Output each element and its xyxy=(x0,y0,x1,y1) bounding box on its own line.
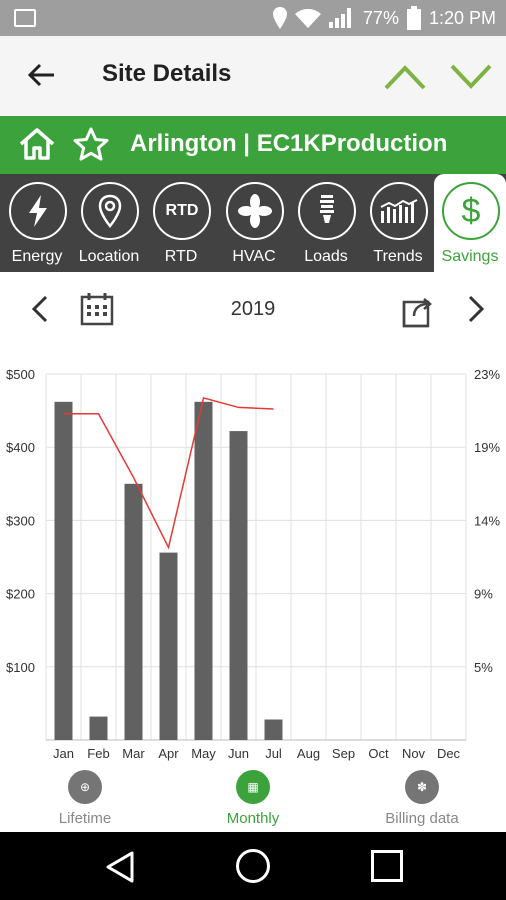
android-nav-bar xyxy=(0,832,506,900)
bar-mar xyxy=(124,483,143,740)
signal-icon xyxy=(328,8,351,28)
share-icon[interactable] xyxy=(400,292,436,328)
x-tick-label: Mar xyxy=(122,746,145,761)
fan-icon xyxy=(226,182,284,240)
savings-chart: $100 $200 $300 $400 $500 5% 9% 14% 19% 23% Jan Feb M… xyxy=(6,367,500,761)
y-tick-left: $500 xyxy=(6,367,35,382)
tab-hvac[interactable]: HVAC xyxy=(218,174,290,272)
y-tick-right: 19% xyxy=(474,440,500,455)
tab-loads[interactable]: Loads xyxy=(290,174,362,272)
tab-location[interactable]: Location xyxy=(73,174,145,272)
y-tick-left: $300 xyxy=(6,513,35,528)
x-tick-label: Sep xyxy=(332,746,355,761)
bar-jun xyxy=(229,431,248,740)
chevron-down-icon[interactable] xyxy=(448,56,494,96)
lightning-icon xyxy=(9,182,67,240)
battery-icon xyxy=(406,6,421,30)
wifi-icon xyxy=(294,8,321,28)
tab-label: Loads xyxy=(304,248,348,265)
tab-label: Lifetime xyxy=(58,810,112,827)
chevron-right-icon[interactable] xyxy=(466,294,488,324)
bar-apr xyxy=(159,552,178,740)
tab-label: Trends xyxy=(373,248,423,265)
status-bar: 77% 1:20 PM xyxy=(0,0,506,36)
location-status-icon xyxy=(272,7,287,29)
tab-label: RTD xyxy=(164,248,198,265)
clock: 1:20 PM xyxy=(428,7,496,28)
tab-monthly[interactable]: ▦ Monthly xyxy=(208,770,298,827)
period-tabs: ⊕ Lifetime ▦ Monthly ✽ Billing data xyxy=(0,766,506,832)
battery-percent: 77% xyxy=(362,7,399,28)
location-pin-icon xyxy=(81,182,139,240)
calendar-small-icon: ▦ xyxy=(236,770,270,804)
date-navigation: 2019 xyxy=(0,272,506,346)
nav-recents-icon[interactable] xyxy=(371,850,403,882)
lifetime-icon: ⊕ xyxy=(68,770,102,804)
x-tick-label: Nov xyxy=(402,746,426,761)
x-tick-label: Apr xyxy=(158,746,179,761)
x-tick-label: May xyxy=(191,746,216,761)
dollar-icon: $ xyxy=(442,182,500,240)
y-tick-right: 5% xyxy=(474,660,493,675)
x-tick-label: Dec xyxy=(437,746,461,761)
rtd-icon: RTD xyxy=(153,182,211,240)
tab-label: Billing data xyxy=(385,810,459,827)
tab-label: HVAC xyxy=(232,248,276,265)
star-icon[interactable] xyxy=(72,126,110,162)
x-tick-label: Oct xyxy=(368,746,389,761)
x-tick-label: Aug xyxy=(297,746,320,761)
home-icon[interactable] xyxy=(18,126,56,162)
tab-billing-data[interactable]: ✽ Billing data xyxy=(372,770,472,827)
tab-rtd[interactable]: RTD RTD xyxy=(145,174,217,272)
nav-home-icon[interactable] xyxy=(236,849,270,883)
bar-jul xyxy=(264,719,283,740)
bar-feb xyxy=(89,716,108,740)
y-tick-right: 23% xyxy=(474,367,500,382)
y-tick-left: $400 xyxy=(6,440,35,455)
app-bar: Site Details xyxy=(0,36,506,116)
trends-icon xyxy=(370,182,428,240)
bulb-icon xyxy=(298,182,356,240)
tab-savings[interactable]: $ Savings xyxy=(434,174,506,272)
tab-label: Location xyxy=(78,248,140,265)
site-header: Arlington | EC1KProduction xyxy=(0,116,506,174)
image-notification-icon xyxy=(14,9,36,27)
billing-icon: ✽ xyxy=(405,770,439,804)
tab-label: Monthly xyxy=(226,810,280,827)
page-title: Site Details xyxy=(102,60,232,87)
x-tick-label: Jul xyxy=(265,746,282,761)
y-tick-left: $200 xyxy=(6,587,35,602)
category-tabs: Energy Location RTD RTD HVAC Loads Trend… xyxy=(0,174,506,272)
tab-label: Energy xyxy=(11,248,63,265)
bar-may xyxy=(194,401,213,740)
x-tick-label: Jan xyxy=(53,746,74,761)
chevron-up-icon[interactable] xyxy=(382,56,428,96)
y-tick-right: 9% xyxy=(474,587,493,602)
y-tick-left: $100 xyxy=(6,660,35,675)
tab-trends[interactable]: Trends xyxy=(362,174,434,272)
tab-energy[interactable]: Energy xyxy=(1,174,73,272)
bar-jan xyxy=(54,401,73,740)
site-name: Arlington | EC1KProduction xyxy=(130,130,448,157)
tab-label: Savings xyxy=(441,248,499,265)
nav-back-icon[interactable] xyxy=(104,850,136,884)
y-tick-right: 14% xyxy=(474,513,500,528)
tab-lifetime[interactable]: ⊕ Lifetime xyxy=(40,770,130,827)
x-tick-label: Jun xyxy=(228,746,249,761)
x-tick-label: Feb xyxy=(87,746,109,761)
back-arrow-icon[interactable] xyxy=(24,58,58,92)
